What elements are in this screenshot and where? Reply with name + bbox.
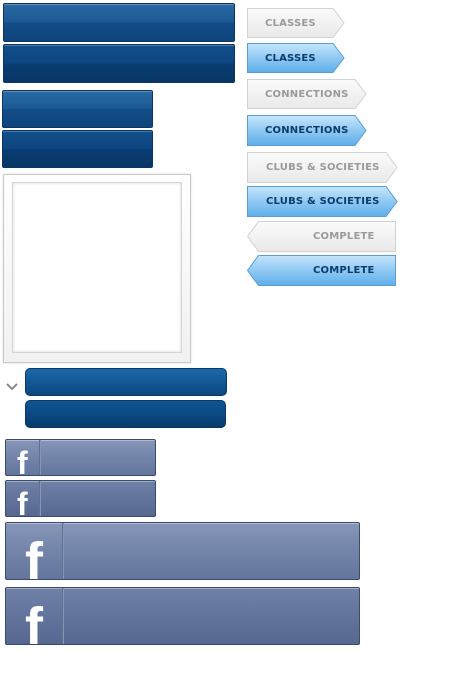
tab-complete-active[interactable]: COMPLETE bbox=[247, 255, 396, 286]
facebook-icon: f bbox=[17, 445, 28, 476]
tab-clubs-societies[interactable]: CLUBS & SOCIETIES bbox=[247, 152, 398, 183]
medium-blue-button[interactable] bbox=[2, 90, 153, 128]
dropdown-blue-button-pressed[interactable] bbox=[25, 400, 226, 428]
chevron-down-icon[interactable] bbox=[6, 376, 18, 391]
tab-clubs-societies-active[interactable]: CLUBS & SOCIETIES bbox=[247, 186, 398, 217]
wide-blue-button[interactable] bbox=[3, 3, 235, 42]
tab-label: CLASSES bbox=[265, 17, 316, 29]
wide-blue-button-pressed[interactable] bbox=[3, 44, 235, 83]
tab-complete[interactable]: COMPLETE bbox=[247, 221, 396, 252]
facebook-button-small-pressed[interactable]: f bbox=[5, 480, 156, 517]
tab-classes-active[interactable]: CLASSES bbox=[247, 43, 345, 73]
facebook-button-small[interactable]: f bbox=[5, 439, 156, 476]
facebook-icon: f bbox=[25, 532, 43, 580]
tab-label: CONNECTIONS bbox=[265, 88, 349, 100]
tab-label: CLASSES bbox=[265, 52, 316, 64]
tab-label: CONNECTIONS bbox=[265, 125, 349, 136]
tab-label: COMPLETE bbox=[313, 231, 375, 242]
medium-blue-button-pressed[interactable] bbox=[2, 130, 153, 168]
tab-connections-active[interactable]: CONNECTIONS bbox=[247, 115, 367, 146]
facebook-button-large[interactable]: f bbox=[5, 522, 360, 580]
facebook-icon: f bbox=[17, 486, 28, 517]
tab-label: CLUBS & SOCIETIES bbox=[266, 196, 380, 207]
tab-label: COMPLETE bbox=[313, 265, 375, 276]
tab-connections[interactable]: CONNECTIONS bbox=[247, 79, 367, 109]
photo-frame-inner bbox=[12, 182, 182, 353]
photo-frame bbox=[3, 174, 191, 363]
tab-label: CLUBS & SOCIETIES bbox=[266, 162, 380, 173]
facebook-button-large-pressed[interactable]: f bbox=[5, 587, 360, 645]
dropdown-blue-button[interactable] bbox=[25, 368, 227, 396]
tab-classes[interactable]: CLASSES bbox=[247, 8, 345, 38]
facebook-icon: f bbox=[25, 597, 43, 645]
